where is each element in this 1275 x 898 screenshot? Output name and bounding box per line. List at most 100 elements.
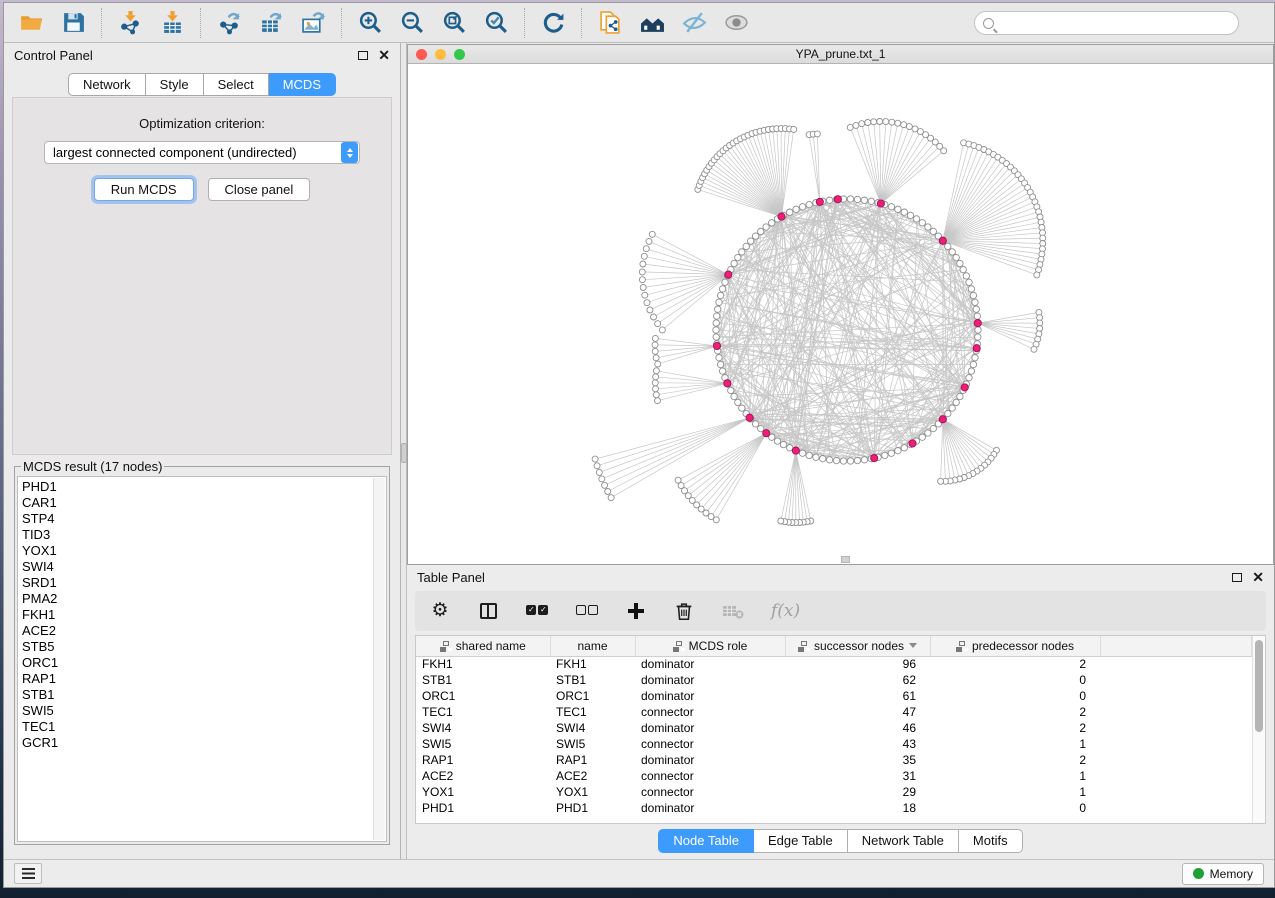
mcds-node-item[interactable]: PMA2 bbox=[22, 591, 386, 607]
table-settings-button[interactable]: ⚙ bbox=[429, 597, 451, 625]
cell-filler bbox=[1100, 656, 1252, 672]
first-neighbors-button[interactable] bbox=[631, 6, 673, 40]
mcds-node-item[interactable]: CAR1 bbox=[22, 495, 386, 511]
tab-network-table[interactable]: Network Table bbox=[848, 829, 959, 853]
table-row[interactable]: TEC1TEC1connector472 bbox=[416, 704, 1252, 720]
export-network-button[interactable] bbox=[208, 6, 250, 40]
network-from-selection-button[interactable] bbox=[589, 6, 631, 40]
cell-successor-nodes: 35 bbox=[785, 752, 930, 768]
mcds-node-item[interactable]: ACE2 bbox=[22, 623, 386, 639]
table-row[interactable]: PHD1PHD1dominator180 bbox=[416, 800, 1252, 816]
table-scrollbar-thumb[interactable] bbox=[1255, 640, 1263, 732]
table-row[interactable]: SWI4SWI4dominator462 bbox=[416, 720, 1252, 736]
mcds-node-item[interactable]: FKH1 bbox=[22, 607, 386, 623]
tab-node-table[interactable]: Node Table bbox=[658, 829, 754, 853]
mcds-node-item[interactable]: STB1 bbox=[22, 687, 386, 703]
table-panel-float-button[interactable] bbox=[1232, 573, 1242, 582]
optimization-criterion-value: largest connected component (undirected) bbox=[45, 145, 341, 160]
mcds-node-item[interactable]: SWI4 bbox=[22, 559, 386, 575]
tab-motifs[interactable]: Motifs bbox=[959, 829, 1023, 853]
export-image-button[interactable] bbox=[292, 6, 334, 40]
zoom-out-button[interactable] bbox=[391, 6, 433, 40]
tab-style[interactable]: Style bbox=[146, 73, 204, 96]
network-window: YPA_prune.txt_1 bbox=[407, 44, 1274, 565]
tab-edge-table[interactable]: Edge Table bbox=[754, 829, 848, 853]
tab-network[interactable]: Network bbox=[68, 73, 146, 96]
mcds-result-list[interactable]: PHD1CAR1STP4TID3YOX1SWI4SRD1PMA2FKH1ACE2… bbox=[17, 476, 387, 842]
canvas-splitter-grip[interactable] bbox=[841, 556, 850, 563]
table-scrollbar[interactable] bbox=[1252, 636, 1265, 823]
cell-name: FKH1 bbox=[550, 656, 635, 672]
import-table-from-file-button[interactable] bbox=[151, 6, 193, 40]
splitter-grip-icon[interactable] bbox=[401, 443, 407, 463]
status-list-button[interactable] bbox=[14, 863, 42, 884]
column-header-successor-nodes[interactable]: successor nodes bbox=[785, 636, 930, 656]
table-row[interactable]: SWI5SWI5connector431 bbox=[416, 736, 1252, 752]
mcds-node-item[interactable]: PHD1 bbox=[22, 479, 386, 495]
apply-preferred-layout-button[interactable] bbox=[532, 6, 574, 40]
mcds-node-item[interactable]: RAP1 bbox=[22, 671, 386, 687]
table-row[interactable]: ACE2ACE2connector311 bbox=[416, 768, 1252, 784]
search-input[interactable] bbox=[1000, 16, 1230, 30]
run-mcds-button[interactable]: Run MCDS bbox=[94, 178, 194, 201]
select-all-rows-button[interactable] bbox=[525, 597, 549, 625]
memory-button[interactable]: Memory bbox=[1182, 863, 1264, 885]
optimization-criterion-label: Optimization criterion: bbox=[13, 116, 391, 131]
export-table-button[interactable] bbox=[250, 6, 292, 40]
zoom-in-button[interactable] bbox=[349, 6, 391, 40]
deselect-all-rows-button[interactable] bbox=[575, 597, 599, 625]
mcds-list-scrollbar[interactable] bbox=[373, 478, 385, 840]
table-row[interactable]: ORC1ORC1dominator610 bbox=[416, 688, 1252, 704]
panel-splitter[interactable] bbox=[401, 43, 407, 859]
mcds-node-item[interactable]: TID3 bbox=[22, 527, 386, 543]
mcds-node-item[interactable]: SWI5 bbox=[22, 703, 386, 719]
control-panel-close-button[interactable]: ✕ bbox=[378, 50, 390, 60]
mcds-node-item[interactable]: SRD1 bbox=[22, 575, 386, 591]
table-panel: Table Panel ✕ ⚙f(x) shared namenameMCDS … bbox=[407, 565, 1274, 859]
gear-icon: ⚙ bbox=[431, 601, 448, 621]
create-column-button[interactable] bbox=[625, 597, 647, 625]
column-header-shared-name[interactable]: shared name bbox=[416, 636, 550, 656]
table-row[interactable]: RAP1RAP1dominator352 bbox=[416, 752, 1252, 768]
import-network-from-file-button[interactable] bbox=[109, 6, 151, 40]
mcds-node-item[interactable]: STP4 bbox=[22, 511, 386, 527]
mcds-node-item[interactable]: GCR1 bbox=[22, 735, 386, 751]
window-close-traffic-light[interactable] bbox=[416, 49, 427, 60]
table-row[interactable]: FKH1FKH1dominator962 bbox=[416, 656, 1252, 672]
cell-predecessor-nodes: 2 bbox=[930, 720, 1100, 736]
mcds-node-item[interactable]: STB5 bbox=[22, 639, 386, 655]
close-mcds-panel-button[interactable]: Close panel bbox=[208, 178, 311, 201]
network-canvas[interactable] bbox=[408, 64, 1273, 564]
mcds-node-item[interactable]: YOX1 bbox=[22, 543, 386, 559]
window-zoom-traffic-light[interactable] bbox=[454, 49, 465, 60]
mcds-result-title: MCDS result (17 nodes) bbox=[21, 459, 164, 474]
tab-mcds[interactable]: MCDS bbox=[269, 73, 336, 96]
table-row[interactable]: YOX1YOX1connector291 bbox=[416, 784, 1252, 800]
delete-column-button[interactable] bbox=[673, 597, 695, 625]
cell-successor-nodes: 29 bbox=[785, 784, 930, 800]
cell-mcds-role: dominator bbox=[635, 752, 785, 768]
column-header-name[interactable]: name bbox=[550, 636, 635, 656]
main-area: Control Panel ✕ NetworkStyleSelectMCDS O… bbox=[4, 43, 1274, 859]
show-hide-columns-button[interactable] bbox=[477, 597, 499, 625]
toolbar-separator bbox=[581, 8, 582, 38]
mcds-node-item[interactable]: TEC1 bbox=[22, 719, 386, 735]
open-session-button[interactable] bbox=[10, 6, 52, 40]
hide-selected-button[interactable] bbox=[673, 6, 715, 40]
cell-filler bbox=[1100, 784, 1252, 800]
zoom-selected-button[interactable] bbox=[475, 6, 517, 40]
table-row[interactable]: STB1STB1dominator620 bbox=[416, 672, 1252, 688]
tab-select[interactable]: Select bbox=[204, 73, 269, 96]
show-all-button[interactable] bbox=[715, 6, 757, 40]
zoom-fit-button[interactable] bbox=[433, 6, 475, 40]
control-panel-float-button[interactable] bbox=[358, 51, 368, 60]
mcds-node-item[interactable]: ORC1 bbox=[22, 655, 386, 671]
optimization-criterion-select[interactable]: largest connected component (undirected) bbox=[44, 141, 360, 164]
table-panel-close-button[interactable]: ✕ bbox=[1252, 572, 1264, 582]
save-session-button[interactable] bbox=[52, 6, 94, 40]
function-builder-button: f(x) bbox=[771, 597, 800, 625]
column-header-mcds-role[interactable]: MCDS role bbox=[635, 636, 785, 656]
cell-mcds-role: dominator bbox=[635, 800, 785, 816]
window-minimize-traffic-light[interactable] bbox=[435, 49, 446, 60]
column-header-predecessor-nodes[interactable]: predecessor nodes bbox=[930, 636, 1100, 656]
